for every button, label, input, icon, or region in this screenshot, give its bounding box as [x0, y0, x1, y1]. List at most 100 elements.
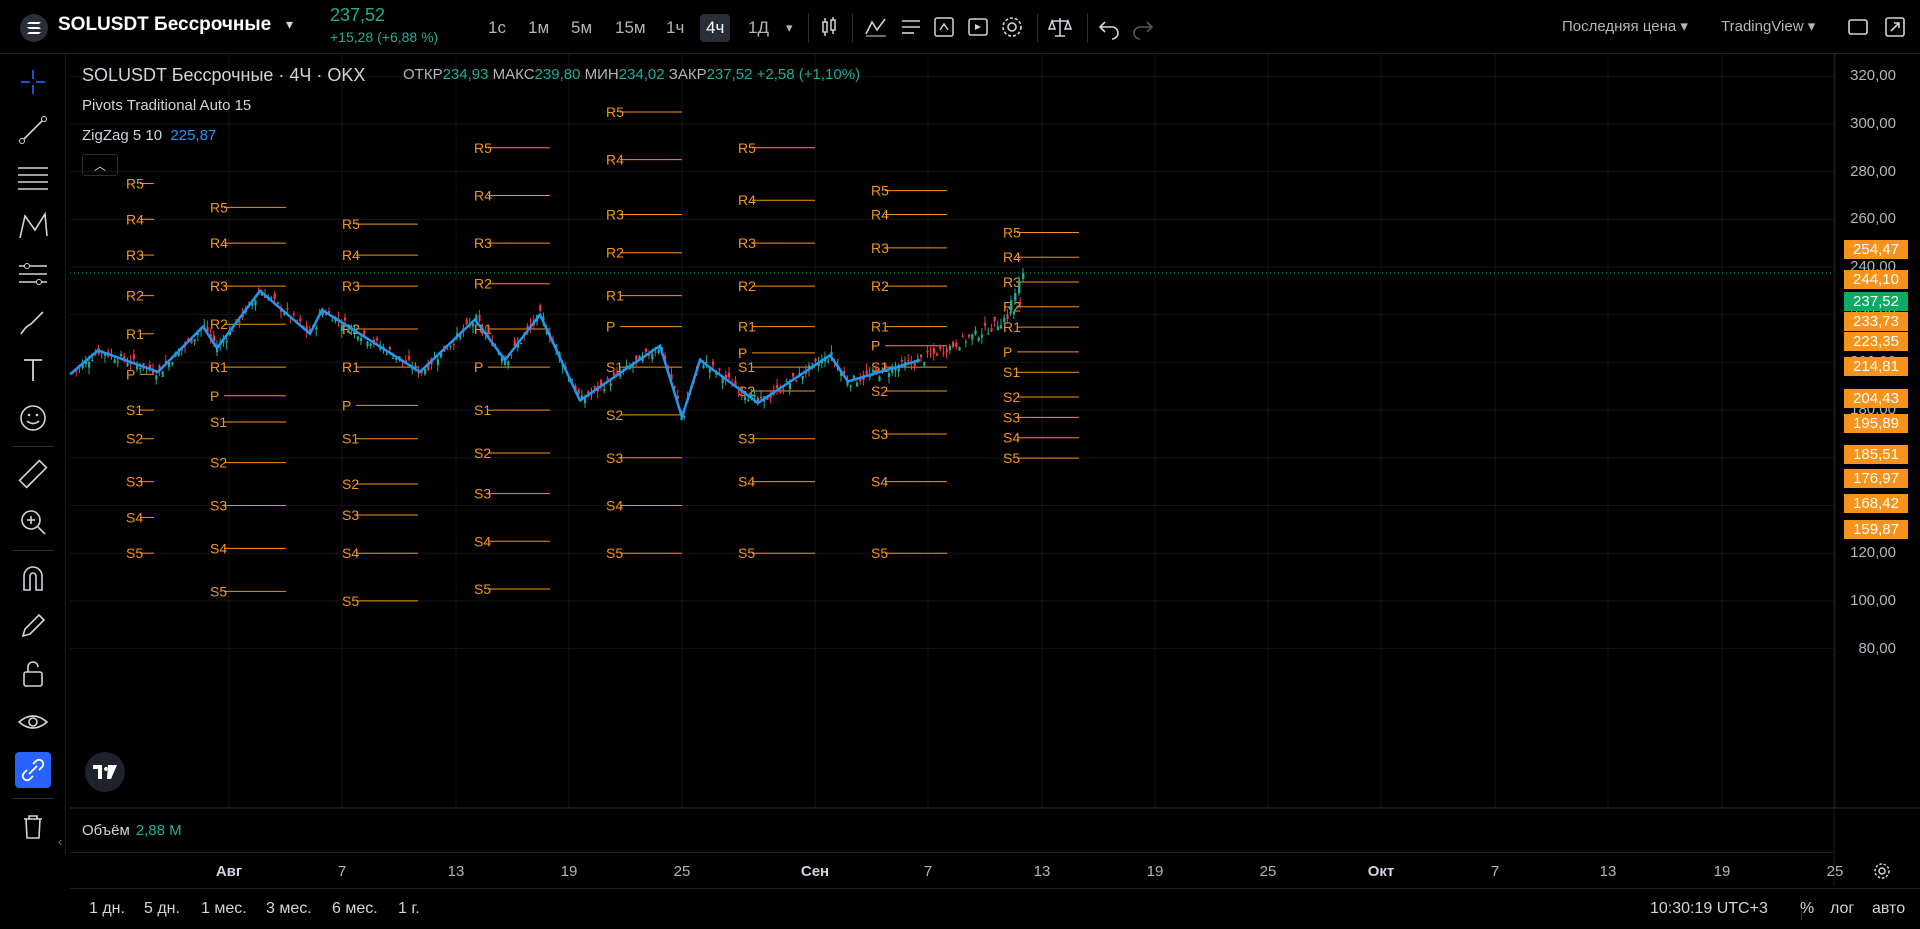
prediction-icon[interactable]	[15, 256, 51, 292]
timeframe-1h[interactable]: 1ч	[660, 14, 690, 42]
range-1m[interactable]: 1 мес.	[201, 900, 247, 918]
range-6m[interactable]: 6 мес.	[332, 900, 378, 918]
separator	[12, 446, 54, 447]
pivot-level-label: S1	[126, 402, 143, 418]
collapse-legend-button[interactable]: ︿	[82, 154, 118, 176]
trend-line-icon[interactable]	[15, 112, 51, 148]
log-toggle[interactable]: лог	[1830, 900, 1854, 918]
zoom-in-icon[interactable]	[15, 504, 51, 540]
pivot-level-label: R2	[738, 278, 756, 294]
pivot-level-label: R3	[342, 278, 360, 294]
candle-body	[667, 366, 670, 370]
candle-body	[78, 366, 81, 368]
candle-body	[168, 361, 171, 368]
trash-icon[interactable]	[15, 808, 51, 844]
candle-body	[948, 345, 951, 351]
candles-icon[interactable]	[816, 14, 842, 40]
timeframe-1d[interactable]: 1Д	[742, 14, 775, 42]
range-5d[interactable]: 5 дн.	[144, 900, 180, 918]
timeframe-1m[interactable]: 1м	[522, 14, 555, 42]
candle-body	[72, 371, 75, 373]
percent-toggle[interactable]: %	[1800, 900, 1814, 918]
candle-body	[139, 367, 142, 370]
tradingview-logo-icon[interactable]	[85, 752, 125, 792]
candle-body	[548, 333, 551, 338]
candle-body	[648, 354, 651, 356]
timeframe-5m[interactable]: 5м	[565, 14, 598, 42]
fullscreen-window-icon[interactable]	[1845, 14, 1871, 40]
candle-body	[920, 354, 923, 358]
timeframe-1s[interactable]: 1с	[482, 14, 512, 42]
ruler-icon[interactable]	[15, 456, 51, 492]
pivot-level-label: R2	[126, 288, 144, 304]
timeframe-4h[interactable]: 4ч	[700, 14, 731, 42]
pivot-level-label: S2	[606, 407, 623, 423]
symbol-search-button[interactable]: SOLUSDT Бессрочные	[58, 14, 271, 36]
range-3m[interactable]: 3 мес.	[266, 900, 312, 918]
fib-retracement-icon[interactable]	[15, 160, 51, 196]
candle-body	[561, 364, 564, 367]
range-1y[interactable]: 1 г.	[398, 900, 420, 918]
candle-body	[456, 333, 459, 336]
candle-body	[676, 395, 679, 399]
candle-body	[440, 351, 443, 358]
pattern-icon[interactable]	[15, 208, 51, 244]
axis-settings-gear-icon[interactable]	[1872, 861, 1892, 881]
eye-icon[interactable]	[15, 704, 51, 740]
pivot-level-label: P	[871, 338, 880, 354]
lock-icon[interactable]	[15, 656, 51, 692]
price-tag: 159,87	[1844, 520, 1908, 539]
compare-scales-icon[interactable]	[1047, 14, 1073, 40]
snapshot-icon[interactable]	[1882, 14, 1908, 40]
candle-body	[331, 320, 334, 322]
timeframe-more-chevron-icon[interactable]: ▾	[780, 14, 799, 42]
candle-body	[923, 362, 926, 366]
candle-body	[680, 410, 683, 414]
link-icon[interactable]	[15, 752, 51, 788]
undo-icon[interactable]	[1096, 14, 1122, 40]
pivot-level-label: S1	[1003, 364, 1020, 380]
indicator-pivots[interactable]: Pivots Traditional Auto 15	[82, 97, 251, 114]
magnet-icon[interactable]	[15, 560, 51, 596]
candle-body	[408, 356, 411, 360]
timeframe-15m[interactable]: 15м	[609, 14, 652, 42]
indicator-zigzag[interactable]: ZigZag 5 10 225,87	[82, 127, 216, 144]
price-source-select[interactable]: Последняя цена ▾	[1562, 17, 1688, 35]
brand-select[interactable]: TradingView ▾	[1721, 17, 1815, 35]
pivot-level-label: S5	[871, 545, 888, 561]
replay-icon[interactable]	[965, 14, 991, 40]
templates-icon[interactable]	[898, 14, 924, 40]
pivot-level-label: R4	[342, 247, 360, 263]
clock[interactable]: 10:30:19 UTC+3	[1650, 900, 1768, 918]
close-label: ЗАКР	[668, 66, 707, 83]
alert-icon[interactable]	[931, 14, 957, 40]
crosshair-icon[interactable]	[15, 64, 51, 100]
pivot-level-label: R4	[871, 207, 889, 223]
collapse-toolbar-icon[interactable]: ‹	[58, 834, 68, 870]
pivot-level-label: R4	[738, 192, 756, 208]
candle-body	[1022, 272, 1025, 280]
indicators-icon[interactable]	[863, 14, 889, 40]
drawing-mode-icon[interactable]	[15, 608, 51, 644]
time-axis[interactable]: Авг 7 13 19 25 Сен 7 13 19 25 Окт 7 13 19 25	[70, 852, 1890, 886]
settings-gear-icon[interactable]	[999, 14, 1025, 40]
pivot-level-label: R3	[1003, 274, 1021, 290]
auto-toggle[interactable]: авто	[1872, 900, 1905, 918]
candle-body	[622, 369, 625, 371]
candle-body	[225, 340, 228, 343]
candle-body	[459, 332, 462, 339]
pivot-level-label: S2	[342, 476, 359, 492]
candle-body	[171, 362, 174, 365]
candle-body	[536, 315, 539, 322]
candle-body	[155, 375, 158, 380]
chevron-down-icon[interactable]: ▾	[286, 16, 293, 33]
brush-icon[interactable]	[15, 304, 51, 340]
volume-legend[interactable]: Объём 2,88 M	[82, 822, 182, 839]
text-tool-icon[interactable]	[15, 352, 51, 388]
redo-icon[interactable]	[1130, 14, 1156, 40]
candle-body	[308, 328, 311, 334]
price-chart[interactable]: R5R4R3R2R1PS1S2S3S4S5R5R4R3R2R1PS1S2S3S4…	[0, 0, 1920, 929]
price-tag: 185,51	[1844, 445, 1908, 464]
emoji-icon[interactable]	[15, 400, 51, 436]
range-1d[interactable]: 1 дн.	[89, 900, 125, 918]
